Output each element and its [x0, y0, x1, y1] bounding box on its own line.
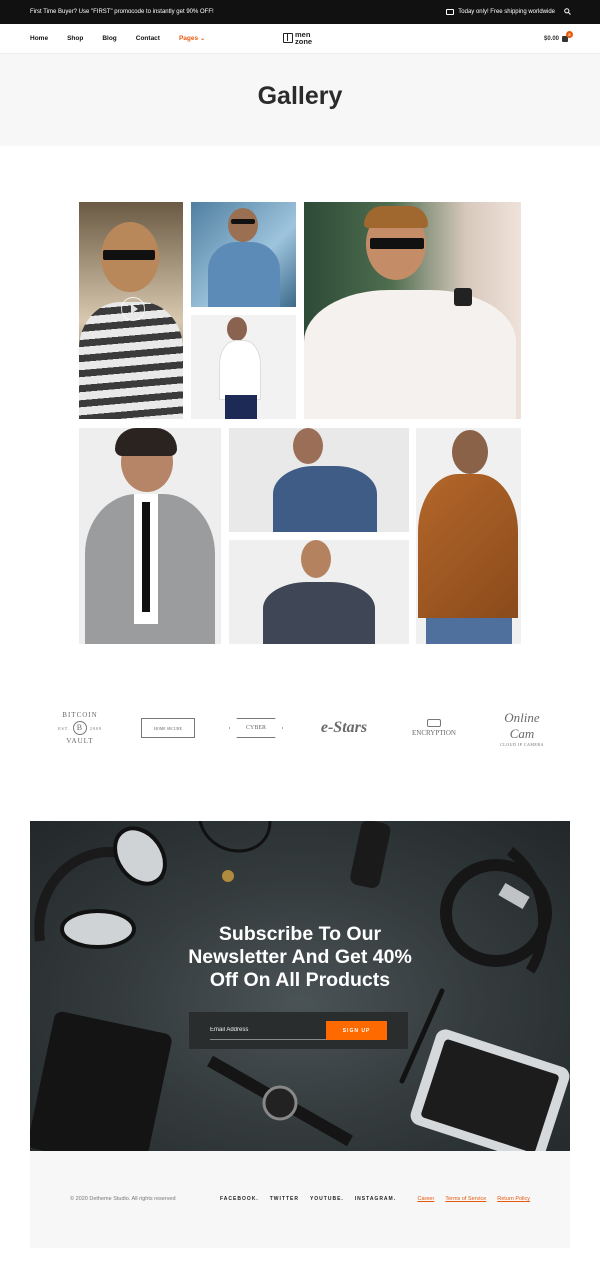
email-field[interactable]: [210, 1021, 328, 1040]
nav-item-blog[interactable]: Blog: [102, 35, 116, 42]
site-logo[interactable]: men zone: [283, 31, 312, 45]
gallery-image-denim-jacket[interactable]: [191, 202, 296, 307]
newsletter-form: SIGN UP: [189, 1012, 408, 1049]
brand-logo-online-cam: Online Cam CLOUD IP CAMERA: [492, 706, 552, 750]
white-shirt: [219, 340, 261, 400]
brand-logo-bitcoin-vault: BITCOIN EST. B 2009 VAULT: [52, 706, 108, 750]
brand-logo-cyber: CYBER: [228, 706, 284, 750]
brand-home-secure-text: HOME SECURE: [153, 725, 183, 731]
gallery-image-phone-man[interactable]: [191, 315, 296, 419]
person-head: [227, 317, 247, 341]
brand-bitcoin-bottom: VAULT: [66, 737, 94, 745]
brand-bitcoin-top: BITCOIN: [62, 711, 98, 719]
page-title: Gallery: [257, 82, 343, 110]
white-tshirt: [304, 290, 516, 419]
play-icon[interactable]: [121, 297, 145, 321]
social-link-instagram[interactable]: INSTAGRAM.: [355, 1196, 396, 1202]
footer-link-career[interactable]: Career: [418, 1196, 435, 1202]
sunglasses: [370, 238, 424, 249]
nav-item-shop[interactable]: Shop: [67, 35, 83, 42]
social-link-twitter[interactable]: TWITTER: [270, 1196, 299, 1202]
brand-estars-text: e-Stars: [320, 719, 368, 736]
brand-home-secure-box: HOME SECURE: [141, 718, 195, 738]
footer-links: Career Terms of Service Return Policy: [418, 1196, 531, 1202]
gallery-image-blue-blazer[interactable]: [229, 428, 409, 532]
social-link-youtube[interactable]: YOUTUBE.: [310, 1196, 344, 1202]
brand-bitcoin-row: EST. B 2009: [58, 719, 102, 737]
brand-bitcoin-right: 2009: [89, 725, 102, 731]
gallery-image-leather-jacket[interactable]: [416, 428, 521, 644]
newsletter-title-line-2: Newsletter And Get 40%: [188, 946, 412, 968]
nav-item-pages[interactable]: Pages ⌄: [179, 35, 205, 42]
footer-link-terms[interactable]: Terms of Service: [445, 1196, 486, 1202]
person-head: [452, 430, 488, 474]
page-header: Gallery: [0, 54, 600, 146]
logo-icon: [283, 33, 293, 43]
footer: © 2020 Dethemе Studio. All rights reserv…: [30, 1151, 570, 1248]
newsletter-title: Subscribe To Our Newsletter And Get 40% …: [30, 923, 570, 992]
brand-encryption-text: ENCRYPTION: [412, 729, 456, 737]
brand-logo-encryption: ENCRYPTION: [404, 706, 464, 750]
nav-item-pages-label: Pages: [178, 35, 199, 42]
gallery-image-white-tee[interactable]: [304, 202, 521, 419]
main-nav: Home Shop Blog Contact Pages ⌄ men zone $…: [0, 24, 600, 54]
bitcoin-icon: B: [72, 721, 87, 735]
logo-wordmark: men zone: [295, 31, 313, 46]
promo-bar: First Time Buyer? Use "FIRST" promocode …: [0, 0, 600, 24]
social-link-facebook[interactable]: FACEBOOK.: [220, 1196, 259, 1202]
gallery-image-woman-sunglasses[interactable]: [79, 202, 183, 419]
watch: [454, 288, 472, 306]
search-icon[interactable]: [564, 8, 571, 15]
shipping-text: Today only! Free shipping worldwide: [458, 9, 555, 15]
brand-online-cam-sub: CLOUD IP CAMERA: [500, 741, 544, 747]
sunglasses: [231, 219, 255, 224]
brand-cyber-shape: CYBER: [229, 718, 283, 738]
cart-total: $0.00: [543, 36, 559, 42]
leather-jacket: [418, 474, 518, 618]
person-head: [301, 540, 331, 578]
chevron-down-icon: ⌄: [200, 36, 206, 42]
gallery-image-vest[interactable]: [229, 540, 409, 644]
person-head: [293, 428, 323, 464]
logo-line-2: zone: [295, 37, 313, 46]
sunglasses: [103, 250, 155, 260]
curly-hair: [115, 428, 177, 456]
jeans: [426, 618, 512, 644]
cart-icon: 0: [562, 31, 573, 42]
brand-logo-home-secure: HOME SECURE: [140, 706, 196, 750]
brand-bitcoin-left: EST.: [58, 725, 70, 731]
newsletter-title-line-1: Subscribe To Our: [218, 923, 382, 945]
nav-item-contact[interactable]: Contact: [136, 35, 160, 42]
blue-blazer: [273, 466, 377, 532]
copyright-text: © 2020 Dethemе Studio. All rights reserv…: [70, 1196, 176, 1202]
footer-link-return-policy[interactable]: Return Policy: [497, 1196, 530, 1202]
vest: [263, 582, 375, 644]
newsletter-section: Subscribe To Our Newsletter And Get 40% …: [30, 821, 570, 1151]
lock-icon: [427, 719, 441, 727]
hair: [364, 206, 428, 228]
nav-item-home[interactable]: Home: [30, 35, 48, 42]
gallery-image-grey-suit[interactable]: [79, 428, 221, 644]
denim-jacket: [208, 242, 280, 307]
brand-cyber-text: CYBER: [245, 725, 266, 731]
brand-online-cam-text: Online Cam: [504, 709, 540, 741]
brand-logo-estars: e-Stars: [316, 706, 372, 750]
shipping-notice: Today only! Free shipping worldwide: [446, 9, 555, 15]
cart-button[interactable]: $0.00 0: [543, 31, 573, 42]
tie: [142, 502, 150, 612]
person-head: [228, 208, 258, 242]
sign-up-button[interactable]: SIGN UP: [326, 1021, 387, 1040]
nav-menu: Home Shop Blog Contact Pages ⌄: [30, 35, 205, 42]
social-links: FACEBOOK. TWITTER YOUTUBE. INSTAGRAM.: [220, 1196, 396, 1202]
newsletter-title-line-3: Off On All Products: [209, 969, 391, 991]
mail-icon: [446, 9, 455, 15]
cart-count-badge: 0: [566, 31, 573, 38]
promo-text: First Time Buyer? Use "FIRST" promocode …: [30, 9, 214, 15]
trousers: [225, 395, 257, 419]
